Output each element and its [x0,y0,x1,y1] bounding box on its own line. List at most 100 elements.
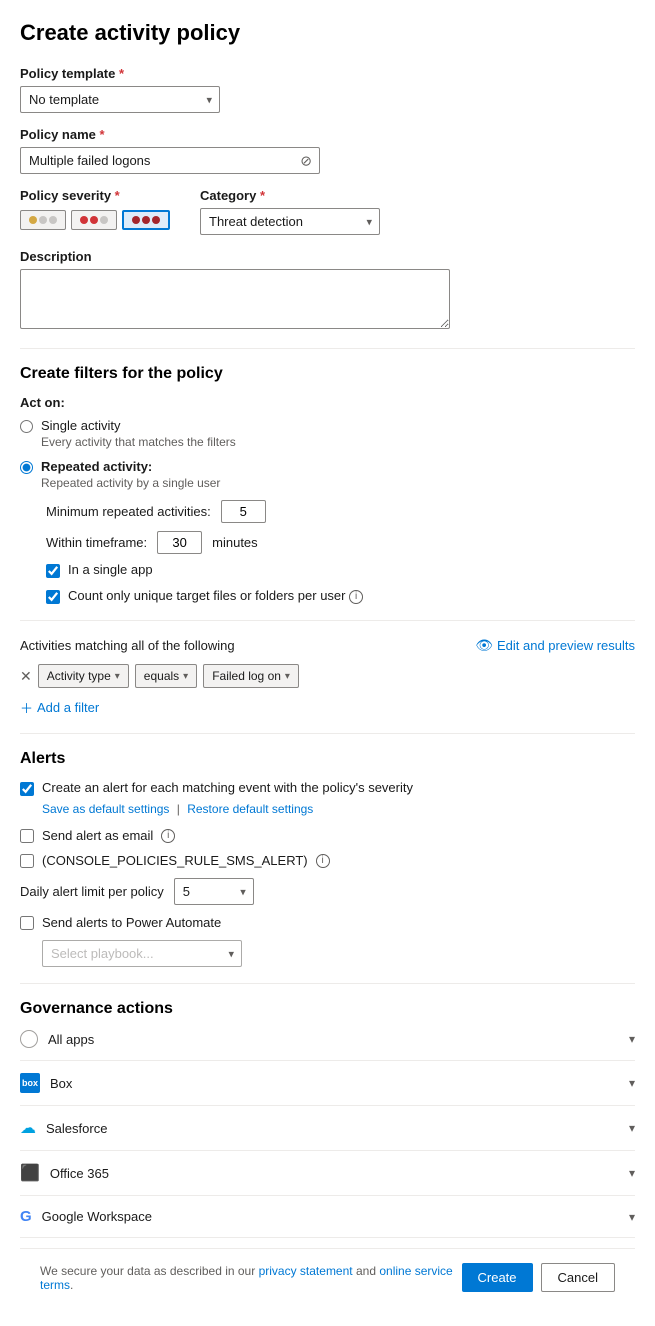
policy-name-group: Policy name [20,127,635,174]
single-app-row: In a single app [46,562,635,578]
and-text: and [356,1264,376,1278]
add-filter-label: Add a filter [37,700,99,715]
severity-low-btn[interactable] [20,210,66,230]
add-filter-link[interactable]: ＋ Add a filter [20,698,635,717]
min-repeated-input[interactable] [221,500,266,523]
add-icon: ＋ [20,698,33,717]
salesforce-icon: ☁ [20,1118,36,1138]
repeated-activity-option: Repeated activity: Repeated activity by … [20,459,635,490]
governance-box[interactable]: box Box ▾ [20,1061,635,1106]
google-label: Google Workspace [42,1209,152,1224]
activity-type-tag[interactable]: Activity type ▾ [38,664,129,688]
cancel-button[interactable]: Cancel [541,1263,615,1292]
severity-medium-btn[interactable] [71,210,117,230]
sev-dot-high-2 [142,216,150,224]
all-apps-chevron: ▾ [629,1032,635,1046]
filters-section-title: Create filters for the policy [20,365,635,383]
within-timeframe-input[interactable] [157,531,202,554]
alert-main-checkbox[interactable] [20,782,34,796]
restore-default-link[interactable]: Restore default settings [187,802,313,816]
playbook-select-wrapper: Select playbook... [42,940,242,967]
category-select-wrapper: Threat detection [200,208,380,235]
failed-logon-label: Failed log on [212,669,281,683]
sms-info-icon[interactable]: i [316,854,330,868]
timeframe-unit: minutes [212,535,258,550]
save-default-link[interactable]: Save as default settings [42,802,169,816]
edit-preview-link[interactable]: 👁 Edit and preview results [475,637,635,654]
equals-tag[interactable]: equals ▾ [135,664,197,688]
repeated-activity-label[interactable]: Repeated activity: [41,459,152,474]
box-label: Box [50,1076,72,1091]
policy-name-input[interactable] [20,147,320,174]
governance-salesforce[interactable]: ☁ Salesforce ▾ [20,1106,635,1151]
single-app-label[interactable]: In a single app [68,562,153,577]
create-button[interactable]: Create [462,1263,533,1292]
category-label: Category [200,188,380,203]
sms-label[interactable]: (CONSOLE_POLICIES_RULE_SMS_ALERT) [42,853,308,868]
equals-label: equals [144,669,179,683]
salesforce-label: Salesforce [46,1121,107,1136]
governance-google[interactable]: G Google Workspace ▾ [20,1196,635,1238]
unique-target-checkbox[interactable] [46,590,60,604]
act-on-label: Act on: [20,395,635,410]
severity-buttons [20,210,170,230]
policy-name-wrapper [20,147,320,174]
send-email-info-icon[interactable]: i [161,829,175,843]
repeated-options: Minimum repeated activities: Within time… [46,500,635,554]
repeated-activity-desc: Repeated activity by a single user [41,476,220,490]
sev-dot-med-1 [80,216,88,224]
office365-icon: ⬛ [20,1163,40,1183]
repeated-activity-radio[interactable] [20,461,33,474]
remove-filter-btn[interactable]: ✕ [20,669,32,683]
daily-limit-select-wrapper: 5 10 20 50 100 [174,878,254,905]
category-select[interactable]: Threat detection [200,208,380,235]
unique-target-label[interactable]: Count only unique target files or folder… [68,588,346,603]
send-email-label[interactable]: Send alert as email [42,828,153,843]
alerts-title: Alerts [20,750,635,768]
category-group: Category Threat detection [200,188,380,235]
governance-all-apps[interactable]: All apps ▾ [20,1018,635,1061]
failed-logon-tag[interactable]: Failed log on ▾ [203,664,299,688]
sev-dot-low-3 [49,216,57,224]
filter-row: ✕ Activity type ▾ equals ▾ Failed log on… [20,664,635,688]
power-automate-checkbox[interactable] [20,916,34,930]
footer-buttons: Create Cancel [462,1263,616,1292]
equals-chevron: ▾ [183,671,188,682]
sev-dot-low-2 [39,216,47,224]
severity-label: Policy severity [20,188,170,203]
divider-3 [20,733,635,734]
page-title: Create activity policy [20,20,635,46]
description-textarea[interactable] [20,269,450,329]
sms-checkbox[interactable] [20,854,34,868]
footer-bar: We secure your data as described in our … [20,1248,635,1306]
sev-dot-high-1 [132,216,140,224]
power-automate-row: Send alerts to Power Automate [20,915,635,930]
sev-dot-low-1 [29,216,37,224]
single-activity-desc: Every activity that matches the filters [41,435,236,449]
failed-logon-chevron: ▾ [285,671,290,682]
eye-icon: 👁 [475,637,493,654]
single-activity-label[interactable]: Single activity [41,418,120,433]
severity-high-btn[interactable] [122,210,170,230]
governance-office365[interactable]: ⬛ Office 365 ▾ [20,1151,635,1196]
activities-filter-header: Activities matching all of the following… [20,637,635,654]
unique-target-info-icon[interactable]: i [349,590,363,604]
sms-row: (CONSOLE_POLICIES_RULE_SMS_ALERT) i [20,853,635,868]
single-activity-radio[interactable] [20,420,33,433]
box-chevron: ▾ [629,1076,635,1090]
alerts-section: Alerts Create an alert for each matching… [20,750,635,967]
daily-limit-select[interactable]: 5 10 20 50 100 [174,878,254,905]
divider-2 [20,620,635,621]
within-timeframe-label: Within timeframe: [46,535,147,550]
playbook-wrapper: Select playbook... [42,940,635,967]
divider-1 [20,348,635,349]
daily-limit-label: Daily alert limit per policy [20,884,164,899]
playbook-select[interactable]: Select playbook... [42,940,242,967]
alert-main-label[interactable]: Create an alert for each matching event … [42,780,413,795]
send-email-checkbox[interactable] [20,829,34,843]
footer-privacy: We secure your data as described in our … [40,1264,462,1292]
privacy-link[interactable]: privacy statement [259,1264,353,1278]
power-automate-label[interactable]: Send alerts to Power Automate [42,915,221,930]
policy-template-select[interactable]: No template [20,86,220,113]
single-app-checkbox[interactable] [46,564,60,578]
